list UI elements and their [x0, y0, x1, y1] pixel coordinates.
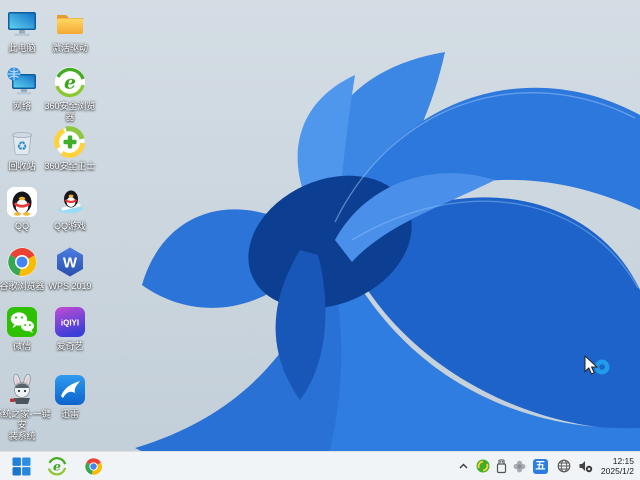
tray-driver-utility[interactable]: [513, 454, 526, 478]
clock-date: 2025/1/2: [600, 466, 634, 476]
desktop-icon-qq-games[interactable]: QQ游戏: [41, 186, 99, 232]
taskbar-chrome-button[interactable]: [81, 454, 105, 478]
taskbar: e 五 12:15 2025/1/2: [0, 451, 640, 480]
desktop-icon-wps[interactable]: W WPS 2019: [41, 246, 99, 292]
chrome-icon: [7, 247, 37, 277]
this-pc-icon: [8, 12, 36, 36]
svg-text:iQIYI: iQIYI: [61, 319, 79, 328]
360-safeguard-icon: [54, 126, 85, 158]
desktop-icon-label: QQ游戏: [53, 221, 86, 231]
network-icon: [7, 67, 36, 95]
360-ball-icon: [476, 459, 490, 473]
qq-icon: [7, 187, 37, 217]
rabbit-installer-icon: [10, 374, 31, 404]
flower-icon: [513, 460, 526, 472]
wechat-icon: [7, 307, 37, 337]
svg-text:e: e: [64, 72, 76, 94]
desktop-icon-label: 网络: [12, 101, 31, 111]
chevron-up-icon: [459, 463, 468, 468]
recycle-bin-icon: ♻: [11, 132, 33, 156]
speaker-muted-icon: [579, 461, 593, 473]
system-tray: 五 12:15 2025/1/2: [458, 454, 640, 478]
desktop-icon-xunlei[interactable]: 迅雷: [41, 374, 99, 420]
desktop-icon-label: 谷歌浏览器: [0, 281, 45, 291]
xunlei-icon: [55, 375, 85, 405]
clock-time: 12:15: [612, 456, 634, 466]
desktop-icon-activation-driver-folder[interactable]: 激活驱动: [41, 8, 99, 54]
desktop-icon-360-safeguard[interactable]: 360安全卫士: [41, 126, 99, 172]
taskbar-clock[interactable]: 12:15 2025/1/2: [601, 456, 634, 476]
desktop-icon-label: QQ: [14, 221, 29, 231]
desktop-icon-label: 回收站: [8, 161, 36, 171]
tray-hidden-icons-chevron[interactable]: [458, 454, 469, 478]
qq-games-icon: [57, 190, 84, 214]
desktop-icon-label: 此电脑: [8, 43, 36, 53]
svg-text:♻: ♻: [17, 139, 28, 153]
windows-logo-icon: [12, 457, 30, 475]
tray-input-method[interactable]: 五: [532, 454, 548, 478]
chrome-icon: [84, 457, 102, 475]
desktop-icon-label: WPS 2019: [48, 281, 92, 291]
start-button[interactable]: [9, 454, 33, 478]
desktop-icon-label: 爱奇艺: [56, 341, 84, 351]
desktop-icon-label: 360安全浏览 器: [44, 101, 96, 122]
svg-text:W: W: [63, 255, 78, 272]
desktop-icon-label: 迅雷: [60, 409, 79, 419]
taskbar-360-browser-button[interactable]: e: [45, 454, 69, 478]
globe-network-icon: [557, 459, 571, 473]
tray-network[interactable]: [557, 454, 571, 478]
tray-volume[interactable]: [578, 454, 593, 478]
input-method-indicator: 五: [532, 458, 548, 474]
folder-icon: [57, 15, 83, 34]
360-browser-icon: e: [55, 67, 85, 98]
svg-text:e: e: [53, 458, 61, 473]
desktop-icon-iqiyi[interactable]: iQIYI 爱奇艺: [41, 306, 99, 352]
desktop: 此电脑 激活驱动 网络 e 360安全浏览 器 ♻ 回收站 360安全卫士 QQ…: [0, 0, 640, 480]
desktop-icon-label: 激活驱动: [51, 43, 88, 53]
360-browser-icon: e: [47, 457, 67, 476]
usb-icon: [496, 458, 507, 473]
iqiyi-icon: iQIYI: [55, 307, 85, 337]
tray-360-safeguard[interactable]: [476, 454, 490, 478]
tray-usb-device[interactable]: [495, 454, 508, 478]
wps-icon: W: [57, 247, 83, 277]
desktop-icon-label: 微信: [12, 341, 31, 351]
desktop-icon-label: 360安全卫士: [44, 161, 96, 171]
taskbar-pinned-apps: e: [0, 454, 105, 478]
desktop-icon-360-browser[interactable]: e 360安全浏览 器: [41, 66, 99, 123]
